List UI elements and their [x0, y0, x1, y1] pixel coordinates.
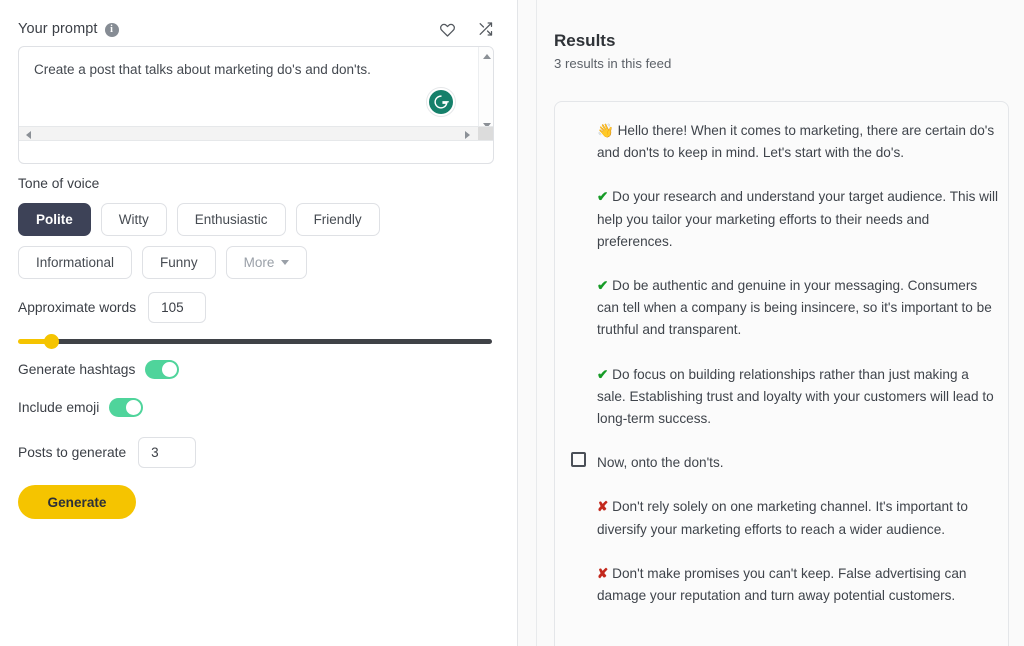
result-paragraph-text: Don't rely solely on one marketing chann…	[597, 499, 968, 537]
approximate-words-row: Approximate words 105	[18, 292, 207, 323]
prompt-settings-panel: Your prompt i Create a post that talks a…	[0, 0, 517, 646]
tone-of-voice-chips: Polite Witty Enthusiastic Friendly Infor…	[18, 203, 498, 279]
results-title: Results	[554, 31, 616, 50]
result-card[interactable]: 👋 Hello there! When it comes to marketin…	[554, 101, 1009, 646]
results-panel: Results 3 results in this feed 👋 Hello t…	[537, 0, 1024, 646]
hscroll-track[interactable]	[19, 127, 478, 140]
result-paragraph: ✔ Do focus on building relationships rat…	[597, 364, 1000, 431]
posts-to-generate-row: Posts to generate 3	[18, 437, 197, 468]
results-count: 3 results in this feed	[554, 56, 672, 71]
tone-chip-label: Friendly	[313, 212, 362, 227]
info-icon[interactable]: i	[104, 22, 119, 37]
result-paragraph-text: Do focus on building relationships rathe…	[597, 366, 994, 427]
prompt-header: Your prompt i	[18, 17, 494, 41]
tone-more-label: More	[243, 255, 275, 270]
chevron-down-icon	[281, 260, 290, 265]
prompt-header-actions	[439, 21, 494, 37]
toggle-knob	[162, 362, 178, 377]
tone-chip-funny[interactable]: Funny	[142, 246, 216, 279]
approximate-words-slider[interactable]	[18, 333, 492, 351]
prompt-textarea[interactable]: Create a post that talks about marketing…	[18, 46, 494, 164]
hscroll-corner	[478, 127, 493, 140]
result-paragraph-text: Do your research and understand your tar…	[597, 189, 999, 249]
scroll-left-arrow-icon[interactable]	[26, 131, 31, 139]
result-paragraph: 👋 Hello there! When it comes to marketin…	[597, 120, 1000, 164]
check-mark-icon: ✔	[597, 189, 609, 205]
prompt-label: Your prompt	[18, 21, 98, 37]
include-emoji-label: Include emoji	[18, 400, 100, 415]
generate-hashtags-toggle[interactable]	[145, 360, 180, 379]
approximate-words-input[interactable]: 105	[148, 292, 207, 323]
slider-track-remaining	[52, 339, 492, 344]
prompt-horizontal-scrollbar[interactable]	[19, 126, 493, 141]
result-paragraph: ✔ Do be authentic and genuine in your me…	[597, 275, 1000, 342]
tone-chip-label: Funny	[160, 255, 198, 270]
result-paragraph-text: Now, onto the don'ts.	[597, 455, 724, 471]
posts-to-generate-input[interactable]: 3	[138, 437, 197, 468]
result-paragraph: ✘ Don't rely solely on one marketing cha…	[597, 496, 1000, 540]
prompt-vertical-scrollbar[interactable]	[478, 47, 493, 135]
tone-of-voice-label: Tone of voice	[18, 176, 100, 191]
result-paragraph-text: Do be authentic and genuine in your mess…	[597, 278, 992, 338]
cross-mark-icon: ✘	[597, 565, 609, 581]
tone-chip-label: Enthusiastic	[194, 212, 268, 227]
heart-icon[interactable]	[439, 21, 456, 37]
tone-chip-label: Witty	[118, 212, 149, 227]
tone-chip-friendly[interactable]: Friendly	[295, 203, 380, 236]
app-root: Your prompt i Create a post that talks a…	[0, 0, 1024, 646]
include-emoji-toggle[interactable]	[109, 398, 144, 417]
tone-more-button[interactable]: More	[225, 246, 308, 279]
toggle-knob	[126, 400, 142, 415]
prompt-text-value[interactable]: Create a post that talks about marketing…	[34, 61, 454, 79]
shuffle-icon[interactable]	[477, 21, 494, 37]
tone-chip-witty[interactable]: Witty	[100, 203, 167, 236]
generate-hashtags-label: Generate hashtags	[18, 362, 136, 377]
check-mark-icon: ✔	[597, 366, 609, 382]
include-emoji-row: Include emoji	[18, 398, 144, 417]
result-card-checkbox[interactable]	[571, 452, 586, 467]
tone-chip-label: Polite	[36, 212, 73, 227]
generate-button[interactable]: Generate	[18, 485, 136, 519]
posts-to-generate-label: Posts to generate	[18, 445, 127, 460]
tone-chip-label: Informational	[36, 255, 115, 270]
slider-thumb[interactable]	[44, 334, 59, 349]
scroll-right-arrow-icon[interactable]	[465, 131, 470, 139]
tone-chip-polite[interactable]: Polite	[18, 203, 91, 236]
result-card-body: 👋 Hello there! When it comes to marketin…	[597, 120, 1000, 607]
grammarly-logo-mark	[429, 90, 453, 114]
scroll-up-arrow-icon[interactable]	[483, 54, 491, 59]
approximate-words-label: Approximate words	[18, 300, 137, 315]
result-paragraph: ✘ Don't make promises you can't keep. Fa…	[597, 563, 1000, 607]
generate-hashtags-row: Generate hashtags	[18, 360, 180, 379]
tone-chip-informational[interactable]: Informational	[18, 246, 133, 279]
check-mark-icon: ✔	[597, 278, 609, 294]
result-paragraph: ✔ Do your research and understand your t…	[597, 186, 1000, 253]
cross-mark-icon: ✘	[597, 499, 609, 515]
result-paragraph-text: Hello there! When it comes to marketing,…	[597, 123, 995, 161]
waving-hand-icon: 👋	[597, 123, 614, 138]
result-paragraph: Now, onto the don'ts.	[597, 452, 1000, 474]
grammarly-icon[interactable]	[426, 87, 456, 117]
result-paragraph-text: Don't make promises you can't keep. Fals…	[597, 565, 967, 604]
tone-chip-enthusiastic[interactable]: Enthusiastic	[176, 203, 286, 236]
panel-gutter	[518, 0, 536, 646]
